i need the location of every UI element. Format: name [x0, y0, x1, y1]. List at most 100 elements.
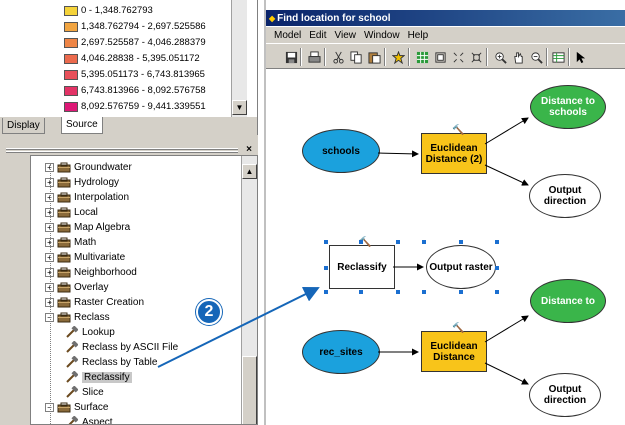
color-swatch[interactable]: [64, 5, 78, 16]
node-label: rec_sites: [319, 346, 363, 358]
full-extent-icon[interactable]: [432, 49, 449, 65]
output-direction-node-1[interactable]: Output direction: [529, 174, 601, 218]
scroll-thumb[interactable]: [242, 356, 257, 424]
save-icon[interactable]: [283, 49, 300, 65]
color-swatch[interactable]: [64, 69, 78, 80]
distance-to-schools-node[interactable]: Distance to schools: [530, 85, 606, 129]
copy-icon[interactable]: [348, 49, 365, 65]
selection-handle: [359, 240, 363, 244]
color-swatch[interactable]: [64, 37, 78, 48]
color-swatch[interactable]: [64, 53, 78, 64]
tool-item-aspect[interactable]: Aspect: [65, 415, 113, 425]
color-swatch[interactable]: [64, 21, 78, 32]
tree-item-label: Reclassify: [82, 371, 132, 383]
toolset-item-multivariate[interactable]: + Multivariate: [45, 250, 125, 264]
tool-item-slice[interactable]: Slice: [65, 385, 104, 399]
node-label: Euclidean Distance: [430, 340, 478, 363]
legend-scrollbar[interactable]: ▼: [231, 0, 247, 117]
select-arrow-icon[interactable]: [572, 49, 589, 65]
add-data-icon[interactable]: [390, 49, 407, 65]
toolset-item-overlay[interactable]: + Overlay: [45, 280, 108, 294]
panel-splitter[interactable]: [0, 135, 258, 147]
schools-node[interactable]: schools: [302, 129, 380, 173]
selection-handle: [422, 290, 426, 294]
grid-icon[interactable]: [414, 49, 431, 65]
toolset-item-math[interactable]: + Math: [45, 235, 96, 249]
selection-handle: [495, 266, 499, 270]
tree-item-label: Neighborhood: [74, 266, 137, 278]
pan-icon[interactable]: [510, 49, 527, 65]
legend-panel: 0 - 1,348.762793 1,348.762794 - 2,697.525…: [0, 0, 258, 117]
tab-strip: Display Source: [0, 117, 258, 135]
legend-class-label: 1,348.762794 - 2,697.525586: [81, 21, 206, 32]
tree-scrollbar[interactable]: ▲: [241, 156, 257, 424]
cut-icon[interactable]: [330, 49, 347, 65]
menu-edit[interactable]: Edit: [305, 30, 330, 41]
paste-icon[interactable]: [366, 49, 383, 65]
tree-item-label: Raster Creation: [74, 296, 145, 308]
tree-item-label: Lookup: [82, 326, 115, 338]
step-badge: 2: [196, 299, 222, 325]
color-swatch[interactable]: [64, 85, 78, 96]
toolset-item-reclass[interactable]: − Reclass: [45, 310, 110, 324]
euclidean-distance-tool[interactable]: 🔨 Euclidean Distance: [421, 323, 487, 372]
output-direction-node-2[interactable]: Output direction: [529, 373, 601, 417]
node-label: Distance to: [541, 295, 595, 307]
scroll-up-button[interactable]: ▲: [242, 164, 257, 179]
rec-sites-node[interactable]: rec_sites: [302, 330, 380, 374]
toolset-item-hydrology[interactable]: + Hydrology: [45, 175, 119, 189]
hammer-icon: [65, 415, 79, 424]
toolset-item-raster-creation[interactable]: + Raster Creation: [45, 295, 144, 309]
menu-window[interactable]: Window: [360, 30, 404, 41]
reclassify-tool[interactable]: 🔨 Reclassify: [329, 237, 395, 289]
node-label: Output direction: [543, 185, 587, 207]
tab-source[interactable]: Source: [61, 117, 103, 134]
tree-item-label: Interpolation: [74, 191, 130, 203]
tab-display[interactable]: Display: [2, 118, 45, 134]
toolset-item-interpolation[interactable]: + Interpolation: [45, 190, 129, 204]
output-raster-node[interactable]: Output raster: [426, 245, 496, 289]
selection-handle: [459, 240, 463, 244]
grip-line: [6, 148, 238, 150]
hammer-icon: [65, 325, 79, 338]
model-canvas[interactable]: schools 🔨 Euclidean Distance (2) Distanc…: [266, 69, 625, 425]
toolset-item-neighborhood[interactable]: + Neighborhood: [45, 265, 137, 279]
table-icon[interactable]: [550, 49, 567, 65]
tool-item-reclass-by-table[interactable]: Reclass by Table: [65, 355, 157, 369]
color-swatch[interactable]: [64, 101, 78, 112]
toolset-icon: [57, 252, 71, 263]
selection-handle: [495, 290, 499, 294]
zoom-in-icon[interactable]: [492, 49, 509, 65]
menu-model[interactable]: Model: [270, 30, 305, 41]
tool-item-reclassify[interactable]: Reclassify: [65, 370, 132, 384]
distance-to-node[interactable]: Distance to: [530, 279, 606, 323]
euclidean-distance-2-tool[interactable]: 🔨 Euclidean Distance (2): [421, 125, 487, 174]
toolset-item-groundwater[interactable]: + Groundwater: [45, 160, 132, 174]
print-icon[interactable]: [306, 49, 323, 65]
selection-handle: [396, 290, 400, 294]
toolset-icon: [57, 267, 71, 278]
zoom-out-fixed-icon[interactable]: [468, 49, 485, 65]
toolset-item-surface[interactable]: − Surface: [45, 400, 108, 414]
zoom-in-fixed-icon[interactable]: [450, 49, 467, 65]
menu-view[interactable]: View: [330, 30, 360, 41]
toolset-icon: [57, 297, 71, 308]
selection-handle: [324, 240, 328, 244]
window-titlebar[interactable]: ◆ Find location for school: [266, 10, 625, 26]
zoom-out-icon[interactable]: [528, 49, 545, 65]
tool-item-lookup[interactable]: Lookup: [65, 325, 115, 339]
close-icon[interactable]: ×: [246, 144, 252, 155]
toolset-icon: [57, 237, 71, 248]
selection-handle: [459, 290, 463, 294]
toolset-icon: [57, 312, 71, 323]
tree-item-label: Hydrology: [74, 176, 120, 188]
scroll-down-button[interactable]: ▼: [232, 100, 247, 115]
tool-item-reclass-by-ascii-file[interactable]: Reclass by ASCII File: [65, 340, 178, 354]
node-label: Output direction: [543, 384, 587, 406]
selection-handle: [359, 290, 363, 294]
selection-handle: [324, 290, 328, 294]
menu-help[interactable]: Help: [404, 30, 433, 41]
toolset-item-local[interactable]: + Local: [45, 205, 98, 219]
toolset-item-map-algebra[interactable]: + Map Algebra: [45, 220, 130, 234]
tree-item-label: Aspect: [82, 416, 113, 425]
